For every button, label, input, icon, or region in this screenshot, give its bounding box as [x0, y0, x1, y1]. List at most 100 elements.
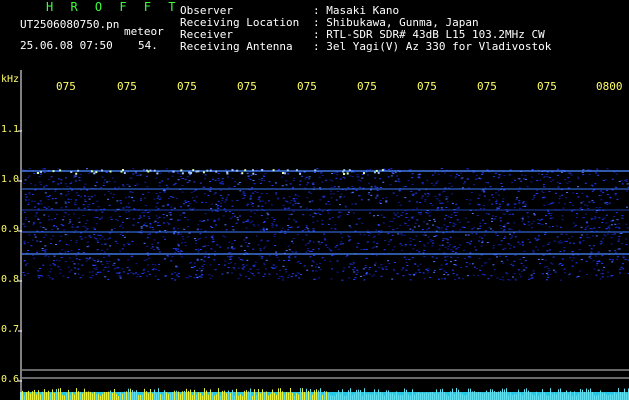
level-bar [610, 394, 611, 400]
noise-pixel [54, 190, 57, 192]
echo-speckle [206, 169, 209, 172]
noise-pixel [171, 175, 174, 177]
noise-pixel [394, 171, 397, 173]
noise-pixel [95, 181, 98, 183]
noise-pixel [190, 191, 193, 193]
noise-pixel [311, 260, 314, 262]
noise-pixel [421, 183, 424, 185]
noise-pixel [579, 243, 582, 245]
noise-pixel [179, 176, 182, 177]
noise-pixel [601, 242, 604, 244]
noise-pixel [159, 172, 162, 174]
level-bar [456, 388, 457, 400]
level-bar [90, 391, 91, 400]
noise-pixel [54, 198, 57, 199]
noise-pixel [608, 228, 611, 230]
noise-pixel [26, 242, 29, 244]
noise-pixel [107, 191, 110, 193]
noise-pixel [474, 246, 476, 248]
noise-pixel [411, 183, 414, 185]
noise-pixel [569, 242, 572, 244]
noise-pixel [599, 243, 602, 245]
noise-pixel [393, 246, 396, 248]
noise-pixel [545, 279, 548, 281]
noise-pixel [454, 224, 457, 226]
noise-pixel [426, 195, 429, 197]
noise-pixel [217, 264, 220, 266]
noise-pixel [75, 240, 78, 242]
level-bar [516, 393, 517, 400]
noise-pixel [491, 194, 494, 196]
noise-pixel [431, 204, 434, 206]
noise-pixel [85, 260, 88, 262]
noise-pixel [382, 222, 385, 224]
noise-pixel [214, 179, 217, 181]
noise-pixel [522, 257, 525, 258]
level-bar [218, 388, 219, 400]
noise-pixel [125, 197, 127, 199]
noise-pixel [123, 236, 126, 238]
noise-pixel [302, 214, 305, 216]
noise-pixel [263, 264, 266, 266]
noise-pixel [233, 268, 236, 270]
noise-pixel [584, 182, 587, 184]
noise-pixel [191, 197, 194, 199]
noise-pixel [292, 238, 295, 239]
noise-pixel [347, 235, 349, 237]
noise-pixel [157, 225, 159, 226]
noise-pixel [376, 242, 379, 244]
noise-pixel [412, 248, 415, 250]
level-bar [454, 394, 455, 400]
noise-pixel [156, 203, 159, 204]
noise-pixel [486, 242, 489, 243]
noise-pixel [199, 182, 202, 184]
noise-pixel [309, 256, 312, 258]
noise-pixel [449, 236, 452, 238]
noise-pixel [618, 248, 621, 250]
noise-pixel [616, 219, 619, 221]
noise-pixel [370, 186, 373, 188]
noise-pixel [267, 214, 270, 216]
noise-pixel [379, 178, 382, 180]
noise-pixel [263, 220, 266, 222]
noise-pixel [216, 206, 219, 208]
noise-pixel [109, 216, 112, 218]
noise-pixel [228, 241, 231, 243]
noise-pixel [588, 256, 591, 258]
noise-pixel [227, 267, 230, 269]
noise-pixel [82, 215, 85, 216]
noise-pixel [409, 279, 412, 281]
level-bar [124, 391, 125, 400]
noise-pixel [162, 205, 165, 207]
noise-pixel [82, 252, 85, 253]
noise-pixel [232, 229, 235, 231]
noise-pixel [626, 183, 629, 185]
noise-pixel [433, 269, 436, 271]
noise-pixel [204, 236, 207, 238]
noise-pixel [177, 228, 180, 230]
noise-pixel [559, 263, 562, 264]
noise-pixel [58, 240, 61, 242]
noise-pixel [480, 265, 483, 267]
noise-pixel [224, 260, 227, 262]
level-bar [484, 393, 485, 400]
noise-pixel [51, 278, 54, 280]
noise-pixel [400, 249, 403, 251]
noise-pixel [379, 187, 382, 188]
noise-pixel [266, 217, 269, 219]
noise-pixel [453, 212, 456, 214]
noise-pixel [506, 211, 509, 212]
echo-speckle [244, 169, 247, 172]
noise-pixel [521, 218, 524, 220]
noise-pixel [622, 255, 625, 257]
noise-pixel [23, 243, 26, 245]
noise-pixel [358, 186, 361, 188]
noise-pixel [336, 173, 338, 175]
noise-pixel [152, 249, 155, 250]
noise-pixel [352, 191, 354, 193]
noise-pixel [573, 226, 576, 228]
level-bar [442, 388, 443, 400]
level-bar [152, 393, 153, 400]
noise-pixel [292, 242, 294, 244]
level-bar [344, 396, 345, 400]
